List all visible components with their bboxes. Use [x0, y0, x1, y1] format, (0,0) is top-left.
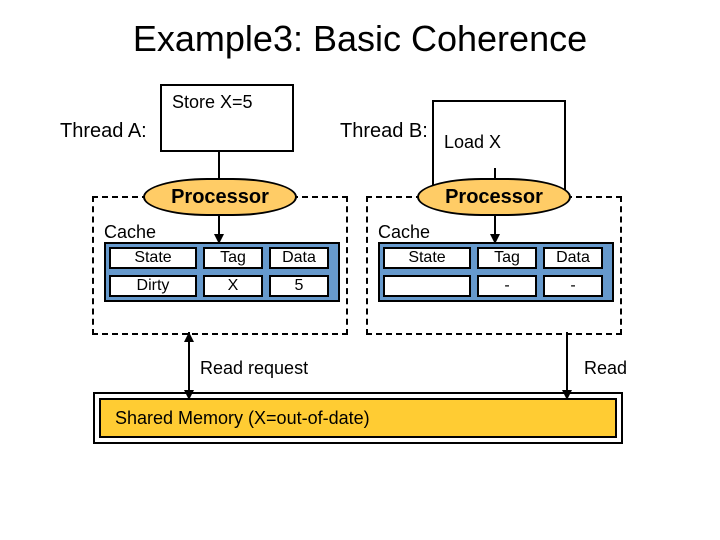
shared-memory-box: Shared Memory (X=out-of-date): [99, 398, 617, 438]
thread-a-code: Store X=5: [172, 92, 253, 113]
cache-b-data: -: [543, 275, 603, 297]
processor-b: Processor: [417, 178, 571, 216]
page-title: Example3: Basic Coherence: [0, 18, 720, 60]
table-row: - -: [380, 272, 612, 300]
arrow-proc-a-to-cache: [218, 214, 220, 236]
cache-b-table: State Tag Data - -: [378, 242, 614, 302]
cache-a-tag: X: [203, 275, 263, 297]
table-row: State Tag Data: [380, 244, 612, 272]
cache-a-data: 5: [269, 275, 329, 297]
read-request-b-label: Read: [584, 358, 627, 379]
thread-b-code: Load X: [444, 132, 501, 153]
cache-a-state: Dirty: [109, 275, 197, 297]
thread-a-code-box: Store X=5: [160, 84, 294, 152]
read-request-a-label: Read request: [200, 358, 308, 379]
arrow-thread-a-to-proc: [218, 152, 220, 180]
arrow-cache-a-to-mem: [188, 332, 190, 392]
thread-a-label: Thread A:: [60, 120, 147, 143]
cache-b-block: Processor Cache State Tag Data - -: [366, 196, 622, 335]
cache-a-label: Cache: [104, 222, 156, 243]
arrow-head-icon: [214, 234, 224, 244]
col-data-header: Data: [543, 247, 603, 269]
table-row: Dirty X 5: [106, 272, 338, 300]
cache-b-tag: -: [477, 275, 537, 297]
col-state-header: State: [383, 247, 471, 269]
arrow-cache-b-to-mem: [566, 332, 568, 392]
col-data-header: Data: [269, 247, 329, 269]
table-row: State Tag Data: [106, 244, 338, 272]
cache-a-table: State Tag Data Dirty X 5: [104, 242, 340, 302]
processor-a: Processor: [143, 178, 297, 216]
col-tag-header: Tag: [203, 247, 263, 269]
col-tag-header: Tag: [477, 247, 537, 269]
shared-memory-label: Shared Memory (X=out-of-date): [115, 408, 370, 429]
cache-b-label: Cache: [378, 222, 430, 243]
col-state-header: State: [109, 247, 197, 269]
cache-a-block: Processor Cache State Tag Data Dirty X 5: [92, 196, 348, 335]
cache-b-state: [383, 275, 471, 297]
thread-b-label: Thread B:: [340, 120, 428, 143]
